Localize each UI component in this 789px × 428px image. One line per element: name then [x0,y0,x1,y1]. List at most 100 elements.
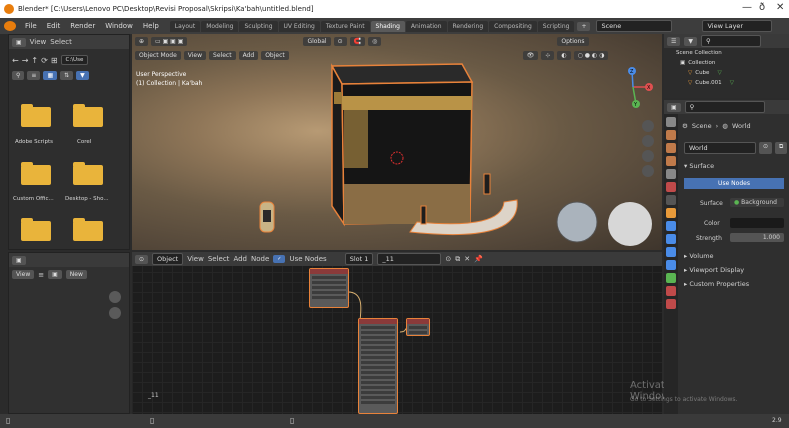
volume-section-header[interactable]: ▸ Volume [684,252,714,260]
shader-node-editor[interactable]: ⊙ Object View Select Add Node ✓ Use Node… [132,252,675,414]
folder-icon[interactable] [73,162,103,185]
folder-icon[interactable] [73,104,103,127]
display-mode-icon[interactable]: ≡ [27,71,41,80]
outliner-search-input[interactable]: ⚲ [701,35,762,47]
tab-animation[interactable]: Animation [405,20,447,32]
outliner-item-cube001[interactable]: ▽ Cube.001 ▽ [664,78,789,88]
new-image-button[interactable]: New [65,270,87,279]
tab-rendering[interactable]: Rendering [447,20,489,32]
editor-type-icon[interactable]: ▣ [12,37,26,47]
color-swatch[interactable] [730,218,784,228]
3d-viewport[interactable]: ⊕ ▭ ▣ ▣ ▣ Global ⊙ 🧲 ◎ Options Object Mo… [132,34,662,250]
view-menu-button[interactable]: View [12,270,35,279]
particles-tab-icon[interactable] [666,234,676,244]
view-layer-selector[interactable]: View Layer [702,20,773,32]
breadcrumb-world: World [731,122,751,130]
menu-help[interactable]: Help [138,22,164,30]
view-layer-tab-icon[interactable] [666,156,676,166]
duplicate-icon[interactable]: ⧉ [775,142,788,154]
surface-shader-selector[interactable]: ● Background [730,198,784,207]
world-name-field[interactable]: World [684,142,756,154]
folder-icon[interactable] [21,162,51,185]
menu-file[interactable]: File [20,22,42,30]
surface-label: Surface [700,200,723,207]
version-label: 2.9 [772,417,782,424]
image-editor-panel: ▣ View ≡ ▣ New [8,252,130,414]
custom-properties-section-header[interactable]: ▸ Custom Properties [684,280,749,288]
tab-uv-editing[interactable]: UV Editing [278,20,320,32]
path-field[interactable]: C:\Use [60,55,89,65]
principled-bsdf-node[interactable] [358,318,398,414]
filter-icon[interactable]: ▼ [684,36,698,46]
tool-tab-icon[interactable] [666,117,676,127]
outliner-scene-collection[interactable]: Scene Collection [664,48,789,58]
search-icon[interactable]: ⚲ [12,71,25,80]
camera-icon[interactable] [642,150,654,162]
output-tab-icon[interactable] [666,143,676,153]
tab-scripting[interactable]: Scripting [537,20,575,32]
tab-layout[interactable]: Layout [169,20,201,32]
surface-section-header[interactable]: ▾ Surface [684,162,714,170]
fb-menu-select[interactable]: Select [50,38,72,46]
maximize-button[interactable]: ð [759,2,765,13]
collection-tab-icon[interactable] [666,195,676,205]
zoom-icon[interactable] [109,291,121,303]
modifier-tab-icon[interactable] [666,221,676,231]
tab-shading[interactable]: Shading [370,20,405,32]
tab-sculpting[interactable]: Sculpting [239,20,278,32]
sort-icon[interactable]: ⇅ [60,71,74,80]
object-tab-icon[interactable] [666,208,676,218]
pan-hand-icon[interactable] [642,135,654,147]
properties-search-input[interactable]: ⚲ [684,101,765,113]
constraints-tab-icon[interactable] [666,260,676,270]
mesh-object-icon: ▽ [688,80,693,86]
blender-menu-icon[interactable] [4,21,16,31]
use-nodes-button[interactable]: Use Nodes [684,178,784,189]
data-tab-icon[interactable] [666,273,676,283]
zoom-icon[interactable] [642,120,654,132]
scene-selector[interactable]: Scene [596,20,673,32]
navigation-gizmo[interactable]: X Y Z [610,64,656,110]
render-tab-icon[interactable] [666,130,676,140]
outliner-item-collection[interactable]: ▣ Collection [664,58,789,68]
filter-icon[interactable]: ▼ [76,71,89,80]
close-button[interactable]: ✕ [776,2,784,13]
physics-tab-icon[interactable] [666,247,676,257]
folder-icon[interactable] [73,218,103,241]
menu-lines-icon[interactable]: ≡ [38,271,44,279]
back-arrow-icon[interactable]: ← [12,56,19,65]
image-texture-node[interactable] [309,268,349,308]
world-tab-icon[interactable] [666,182,676,192]
strength-field[interactable]: 1.000 [730,233,784,242]
folder-icon[interactable] [21,218,51,241]
grid-icon[interactable] [642,165,654,177]
fake-user-icon[interactable]: ⊙ [759,142,773,154]
outliner-item-cube[interactable]: ▽ Cube ▽ [664,68,789,78]
texture-tab-icon[interactable] [666,299,676,309]
tab-compositing[interactable]: Compositing [489,20,537,32]
tab-modeling[interactable]: Modeling [201,20,239,32]
parent-dir-icon[interactable]: ↑ [31,56,38,65]
image-browse-icon[interactable]: ▣ [48,270,62,279]
editor-type-icon[interactable]: ▣ [667,102,681,112]
viewport-display-section-header[interactable]: ▸ Viewport Display [684,266,744,274]
folder-icon[interactable] [21,104,51,127]
editor-type-icon[interactable]: ☰ [667,36,681,46]
material-output-node[interactable] [406,318,430,336]
menu-render[interactable]: Render [65,22,100,30]
tab-texture-paint[interactable]: Texture Paint [320,20,370,32]
refresh-icon[interactable]: ⟳ [41,56,48,65]
outliner-item-label: Collection [688,60,716,66]
add-workspace-button[interactable]: + [577,21,591,31]
material-tab-icon[interactable] [666,286,676,296]
pan-hand-icon[interactable] [109,307,121,319]
editor-type-icon[interactable]: ▣ [12,255,26,265]
minimize-button[interactable]: — [742,2,752,13]
thumbnail-mode-icon[interactable]: ▦ [43,71,58,80]
menu-edit[interactable]: Edit [42,22,66,30]
menu-window[interactable]: Window [100,22,138,30]
forward-arrow-icon[interactable]: → [22,56,29,65]
scene-tab-icon[interactable] [666,169,676,179]
new-folder-icon[interactable]: ⊞ [51,56,58,65]
fb-menu-view[interactable]: View [30,38,47,46]
